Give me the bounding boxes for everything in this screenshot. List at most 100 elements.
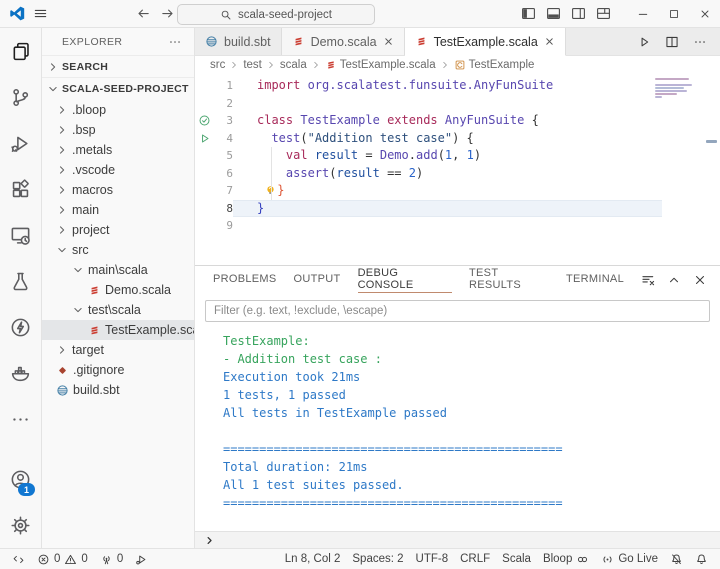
close-icon[interactable] <box>693 273 707 287</box>
status-ports[interactable]: 0 <box>94 549 129 569</box>
breadcrumb-item-testexample[interactable]: TestExample <box>454 59 534 71</box>
section-scala-seed-project[interactable]: SCALA-SEED-PROJECT <box>42 77 194 99</box>
console-line: - Addition test case : <box>223 352 382 366</box>
tree-item-project[interactable]: project <box>42 220 194 240</box>
menu-icon[interactable] <box>33 6 48 21</box>
code-editor[interactable]: 1 import org.scalatest.funsuite.AnyFunSui… <box>195 74 720 265</box>
tab-testexample-scala[interactable]: TestExample.scala <box>404 28 566 56</box>
arrow-left-icon[interactable] <box>136 6 151 21</box>
tab-demo-scala[interactable]: Demo.scala <box>281 28 405 55</box>
gutter-marker[interactable] <box>195 114 214 127</box>
status-language[interactable]: Scala <box>496 549 537 569</box>
activitybar-item-settings[interactable] <box>0 502 41 548</box>
tree-item-label: .vscode <box>72 163 116 177</box>
tree-item-bloop[interactable]: .bloop <box>42 100 194 120</box>
breadcrumb-item-test[interactable]: test <box>243 59 262 71</box>
tree-item-main-scala[interactable]: main\scala <box>42 260 194 280</box>
panel-tab-problems[interactable]: PROBLEMS <box>213 266 277 293</box>
activitybar-item-testing[interactable] <box>0 258 41 304</box>
status-eol[interactable]: CRLF <box>454 549 496 569</box>
status-remote[interactable] <box>6 549 31 569</box>
docker-icon <box>10 363 31 384</box>
command-center-search[interactable]: scala-seed-project <box>177 4 375 25</box>
code-line-content[interactable]: } <box>233 182 662 200</box>
minimize-button[interactable] <box>627 0 658 27</box>
status-bloop[interactable]: Bloop <box>537 549 595 569</box>
breadcrumb-item-src[interactable]: src <box>210 59 225 71</box>
close-tab-icon[interactable] <box>383 36 394 47</box>
code-line-content[interactable] <box>233 95 662 113</box>
status-debug[interactable] <box>129 549 154 569</box>
activitybar-item-run-and-debug[interactable] <box>0 120 41 166</box>
tree-item-bsp[interactable]: .bsp <box>42 120 194 140</box>
close-tab-icon[interactable] <box>544 36 555 47</box>
layout-panel-icon[interactable] <box>546 6 561 21</box>
panel-tab-output[interactable]: OUTPUT <box>294 266 341 293</box>
code-line-content[interactable]: test("Addition test case") { <box>233 130 662 148</box>
maximize-button[interactable] <box>658 0 689 27</box>
chevron-right-icon <box>311 60 321 70</box>
panel-tab-debug-console[interactable]: DEBUG CONSOLE <box>357 266 453 293</box>
status-go-live[interactable]: Go Live <box>595 549 664 569</box>
activitybar-item-metals[interactable] <box>0 304 41 350</box>
tree-item-vscode[interactable]: .vscode <box>42 160 194 180</box>
tree-item-test-scala[interactable]: test\scala <box>42 300 194 320</box>
activitybar-item-docker[interactable] <box>0 350 41 396</box>
activitybar-item-explorer[interactable] <box>0 28 41 74</box>
panel-tab-terminal[interactable]: TERMINAL <box>566 266 624 293</box>
status-do-not-disturb[interactable] <box>664 549 689 569</box>
arrow-right-icon[interactable] <box>160 6 175 21</box>
debug-console-input[interactable] <box>195 531 720 548</box>
tab-build-sbt[interactable]: build.sbt <box>195 28 282 55</box>
tree-item-testexample-scala[interactable]: TestExample.scala <box>42 320 194 340</box>
code-line-content[interactable]: assert(result == 2) <box>233 165 662 183</box>
clear-console-icon[interactable] <box>641 273 655 287</box>
activitybar-item-accounts[interactable]: 1 <box>0 456 41 502</box>
tree-item-build-sbt[interactable]: build.sbt <box>42 380 194 400</box>
line-number: 6 <box>226 166 233 180</box>
tree-item-target[interactable]: target <box>42 340 194 360</box>
split-editor-icon[interactable] <box>665 35 679 49</box>
code-line-content[interactable] <box>233 217 662 235</box>
activitybar-item-remote-explorer[interactable] <box>0 212 41 258</box>
run-icon[interactable] <box>637 35 651 49</box>
tree-item-main[interactable]: main <box>42 200 194 220</box>
chevron-right-icon <box>47 61 59 73</box>
activitybar-item-extensions[interactable] <box>0 166 41 212</box>
console-filter-input[interactable] <box>205 300 710 322</box>
code-line-content[interactable]: val result = Demo. add(1, 1) <box>233 147 662 165</box>
breadcrumb-item-scala[interactable]: scala <box>280 59 307 71</box>
code-line-content[interactable]: class TestExample extends AnyFunSuite { <box>233 112 662 130</box>
section-search[interactable]: SEARCH <box>42 55 194 77</box>
minimap[interactable] <box>655 78 695 100</box>
code-line-content[interactable]: import org.scalatest.funsuite.AnyFunSuit… <box>233 77 662 95</box>
activitybar-item-source-control[interactable] <box>0 74 41 120</box>
tree-item-macros[interactable]: macros <box>42 180 194 200</box>
status-cursor-position[interactable]: Ln 8, Col 2 <box>279 549 347 569</box>
close-button[interactable] <box>689 0 720 27</box>
layout-sidebar-left-icon[interactable] <box>521 6 536 21</box>
more-actions-icon[interactable] <box>168 35 182 49</box>
status-problems[interactable]: 00 <box>31 549 94 569</box>
breadcrumb-item-testexample-scala[interactable]: TestExample.scala <box>325 59 436 71</box>
scala-icon <box>88 324 101 337</box>
status-notifications[interactable] <box>689 549 714 569</box>
status-indentation[interactable]: Spaces: 2 <box>346 549 409 569</box>
activitybar-item-more-views[interactable] <box>0 396 41 442</box>
class-symbol-icon <box>454 59 466 71</box>
test-run-icon[interactable] <box>198 132 211 145</box>
tree-item-demo-scala[interactable]: Demo.scala <box>42 280 194 300</box>
panel-tab-test-results[interactable]: TEST RESULTS <box>469 266 549 293</box>
layout-sidebar-right-icon[interactable] <box>571 6 586 21</box>
tree-item-gitignore[interactable]: .gitignore <box>42 360 194 380</box>
code-line-content[interactable]: } <box>233 199 662 217</box>
chevron-up-icon[interactable] <box>667 273 681 287</box>
ellipsis-icon[interactable] <box>693 35 707 49</box>
tree-item-metals[interactable]: .metals <box>42 140 194 160</box>
test-passed-icon[interactable] <box>198 114 211 127</box>
gutter: 3 <box>195 112 233 130</box>
gutter-marker[interactable] <box>195 132 214 145</box>
layout-customize-icon[interactable] <box>596 6 611 21</box>
status-encoding[interactable]: UTF-8 <box>410 549 455 569</box>
tree-item-src[interactable]: src <box>42 240 194 260</box>
